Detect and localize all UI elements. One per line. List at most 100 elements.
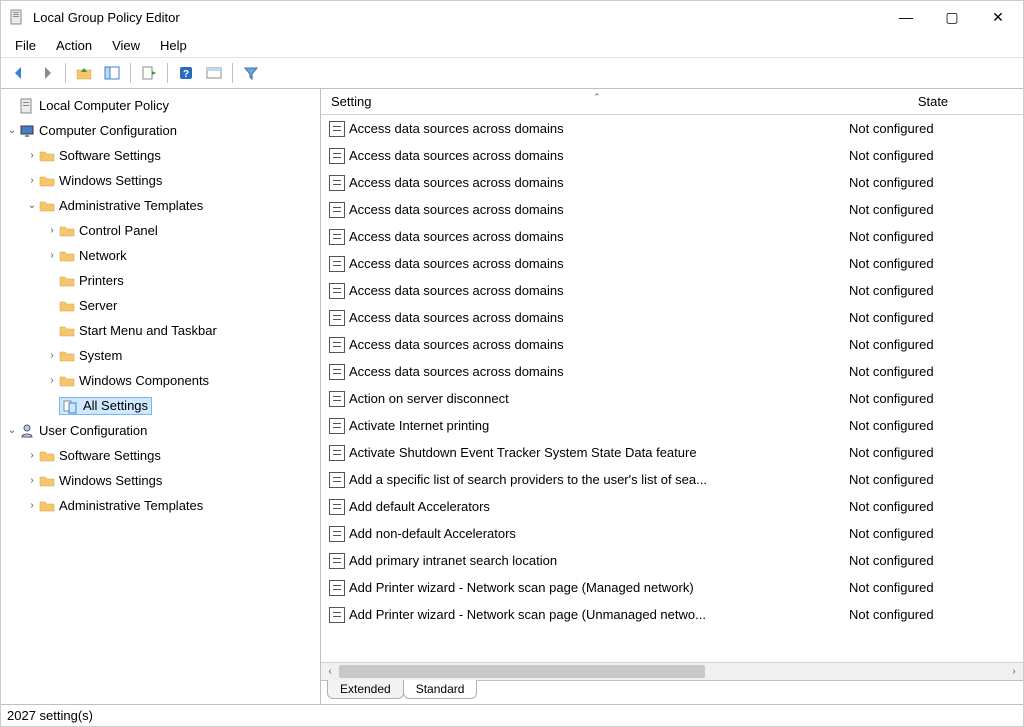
list-row[interactable]: Access data sources across domainsNot co… bbox=[321, 358, 1023, 385]
tree-cc-windows[interactable]: › Windows Settings bbox=[1, 168, 320, 193]
chevron-right-icon[interactable]: › bbox=[45, 375, 59, 386]
settings-list[interactable]: Access data sources across domains Not co… bbox=[321, 115, 1023, 662]
scroll-right-icon[interactable]: › bbox=[1005, 666, 1023, 677]
list-row[interactable]: Access data sources across domainsNot co… bbox=[321, 304, 1023, 331]
list-row[interactable]: Access data sources across domains Not co… bbox=[321, 169, 1023, 196]
up-folder-button[interactable] bbox=[72, 61, 96, 85]
list-row[interactable]: Add non-default AcceleratorsNot configur… bbox=[321, 520, 1023, 547]
chevron-down-icon[interactable]: ⌄ bbox=[5, 425, 19, 436]
chevron-down-icon[interactable]: ⌄ bbox=[25, 200, 39, 211]
state-cell: Not configured bbox=[843, 148, 1023, 163]
policy-root-icon bbox=[19, 98, 35, 114]
setting-cell: Access data sources across domains bbox=[329, 175, 843, 191]
chevron-right-icon[interactable]: › bbox=[25, 475, 39, 486]
tree-uc-software[interactable]: › Software Settings bbox=[1, 443, 320, 468]
policy-setting-icon bbox=[329, 499, 345, 515]
menu-file[interactable]: File bbox=[5, 36, 46, 55]
column-setting[interactable]: Setting bbox=[321, 94, 843, 109]
filter-button[interactable] bbox=[239, 61, 263, 85]
tree-server[interactable]: Server bbox=[1, 293, 320, 318]
list-row[interactable]: Access data sources across domainsNot co… bbox=[321, 277, 1023, 304]
chevron-right-icon[interactable]: › bbox=[45, 225, 59, 236]
folder-icon bbox=[39, 473, 55, 489]
list-row[interactable]: Activate Internet printingNot configured bbox=[321, 412, 1023, 439]
tree-system[interactable]: › System bbox=[1, 343, 320, 368]
list-row[interactable]: Access data sources across domainsNot co… bbox=[321, 250, 1023, 277]
state-cell: Not configured bbox=[843, 445, 1023, 460]
forward-button[interactable] bbox=[35, 61, 59, 85]
properties-button[interactable] bbox=[202, 61, 226, 85]
column-state[interactable]: ⌃ State bbox=[843, 94, 1023, 109]
setting-name: Access data sources across domains bbox=[349, 175, 564, 190]
menu-action[interactable]: Action bbox=[46, 36, 102, 55]
list-row[interactable]: Add primary intranet search locationNot … bbox=[321, 547, 1023, 574]
tab-extended[interactable]: Extended bbox=[327, 680, 404, 699]
menu-bar: File Action View Help bbox=[1, 33, 1023, 57]
state-cell: Not configured bbox=[843, 526, 1023, 541]
tree-label: Start Menu and Taskbar bbox=[79, 323, 217, 338]
list-row[interactable]: Access data sources across domainsNot co… bbox=[321, 196, 1023, 223]
policy-setting-icon bbox=[329, 337, 345, 353]
tree-printers[interactable]: Printers bbox=[1, 268, 320, 293]
chevron-down-icon[interactable]: ⌄ bbox=[5, 125, 19, 136]
close-button[interactable]: ✕ bbox=[975, 1, 1021, 33]
state-cell: Not configured bbox=[843, 229, 1023, 244]
help-button[interactable]: ? bbox=[174, 61, 198, 85]
list-row[interactable]: Activate Shutdown Event Tracker System S… bbox=[321, 439, 1023, 466]
setting-name: Access data sources across domains bbox=[349, 283, 564, 298]
tree-network[interactable]: › Network bbox=[1, 243, 320, 268]
tree-all-settings[interactable]: All Settings bbox=[1, 393, 320, 418]
list-row[interactable]: Access data sources across domains Not co… bbox=[321, 223, 1023, 250]
setting-name: Access data sources across domains bbox=[349, 310, 564, 325]
menu-help[interactable]: Help bbox=[150, 36, 197, 55]
setting-cell: Access data sources across domains bbox=[329, 310, 843, 326]
scroll-left-icon[interactable]: ‹ bbox=[321, 666, 339, 677]
setting-name: Access data sources across domains bbox=[349, 148, 564, 163]
list-row[interactable]: Add Printer wizard - Network scan page (… bbox=[321, 574, 1023, 601]
chevron-right-icon[interactable]: › bbox=[25, 150, 39, 161]
state-cell: Not configured bbox=[843, 175, 1023, 190]
chevron-right-icon[interactable]: › bbox=[25, 450, 39, 461]
tree-startmenu[interactable]: Start Menu and Taskbar bbox=[1, 318, 320, 343]
tree-cc-admin[interactable]: ⌄ Administrative Templates bbox=[1, 193, 320, 218]
setting-name: Access data sources across domains bbox=[349, 229, 564, 244]
chevron-right-icon[interactable]: › bbox=[45, 250, 59, 261]
toolbar-separator bbox=[232, 63, 233, 83]
list-row[interactable]: Access data sources across domainsNot co… bbox=[321, 115, 1023, 142]
export-button[interactable] bbox=[137, 61, 161, 85]
tree-cc-software[interactable]: › Software Settings bbox=[1, 143, 320, 168]
back-button[interactable] bbox=[7, 61, 31, 85]
tree-root[interactable]: Local Computer Policy bbox=[1, 93, 320, 118]
tree-uc-admin[interactable]: › Administrative Templates bbox=[1, 493, 320, 518]
chevron-right-icon[interactable]: › bbox=[45, 350, 59, 361]
maximize-button[interactable]: ▢ bbox=[929, 1, 975, 33]
chevron-right-icon[interactable]: › bbox=[25, 175, 39, 186]
menu-view[interactable]: View bbox=[102, 36, 150, 55]
chevron-right-icon[interactable]: › bbox=[25, 500, 39, 511]
policy-setting-icon bbox=[329, 229, 345, 245]
list-row[interactable]: Access data sources across domains Not co… bbox=[321, 142, 1023, 169]
state-cell: Not configured bbox=[843, 607, 1023, 622]
tree-pane[interactable]: Local Computer Policy ⌄ Computer Configu… bbox=[1, 89, 321, 704]
setting-cell: Activate Internet printing bbox=[329, 418, 843, 434]
list-row[interactable]: Access data sources across domainsNot co… bbox=[321, 331, 1023, 358]
list-row[interactable]: Add a specific list of search providers … bbox=[321, 466, 1023, 493]
tree-control-panel[interactable]: › Control Panel bbox=[1, 218, 320, 243]
scrollbar-track[interactable] bbox=[339, 663, 1005, 680]
minimize-button[interactable]: — bbox=[883, 1, 929, 33]
title-bar: Local Group Policy Editor — ▢ ✕ bbox=[1, 1, 1023, 33]
setting-name: Activate Shutdown Event Tracker System S… bbox=[349, 445, 697, 460]
scrollbar-thumb[interactable] bbox=[339, 665, 705, 678]
tree-windows-components[interactable]: › Windows Components bbox=[1, 368, 320, 393]
policy-setting-icon bbox=[329, 310, 345, 326]
list-row[interactable]: Add Printer wizard - Network scan page (… bbox=[321, 601, 1023, 628]
horizontal-scrollbar[interactable]: ‹ › bbox=[321, 662, 1023, 680]
list-row[interactable]: Action on server disconnectNot configure… bbox=[321, 385, 1023, 412]
tree-user-config[interactable]: ⌄ User Configuration bbox=[1, 418, 320, 443]
show-hide-tree-button[interactable] bbox=[100, 61, 124, 85]
tree-uc-windows[interactable]: › Windows Settings bbox=[1, 468, 320, 493]
tree-computer-config[interactable]: ⌄ Computer Configuration bbox=[1, 118, 320, 143]
setting-name: Add default Accelerators bbox=[349, 499, 490, 514]
tab-standard[interactable]: Standard bbox=[403, 680, 478, 699]
list-row[interactable]: Add default AcceleratorsNot configured bbox=[321, 493, 1023, 520]
